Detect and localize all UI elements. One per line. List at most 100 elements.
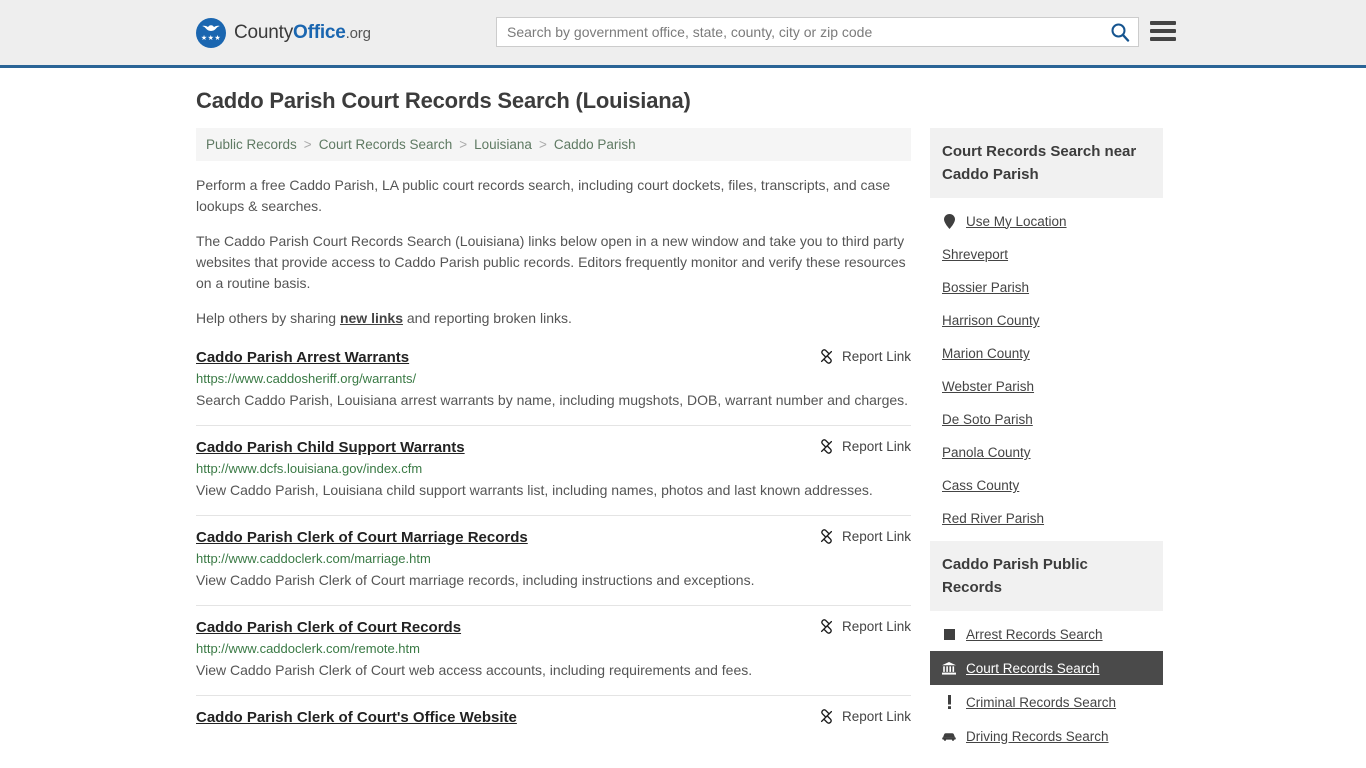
- result-item: Caddo Parish Clerk of Court Records Repo…: [196, 605, 911, 695]
- report-link-label: Report Link: [841, 619, 911, 634]
- result-header: Caddo Parish Clerk of Court's Office Web…: [196, 709, 911, 726]
- result-url: https://www.caddosheriff.org/warrants/: [196, 371, 417, 386]
- sidebar-item-marion-county[interactable]: Marion County: [930, 337, 1163, 370]
- sidebar-item-label: Bossier Parish: [942, 280, 1030, 295]
- breadcrumb: Public Records > Court Records Search > …: [196, 128, 911, 161]
- logo-stars: ★★★: [200, 34, 222, 42]
- sidebar-item-label: Harrison County: [942, 313, 1040, 328]
- result-title-link[interactable]: Caddo Parish Child Support Warrants: [196, 439, 465, 456]
- result-title-link[interactable]: Caddo Parish Clerk of Court Records: [196, 619, 461, 636]
- sidebar-item-de-soto-parish[interactable]: De Soto Parish: [930, 403, 1163, 436]
- map-pin-icon: [942, 213, 956, 229]
- result-url: http://www.caddoclerk.com/marriage.htm: [196, 551, 431, 566]
- site-header: ★★★ CountyOffice.org: [0, 0, 1366, 68]
- report-link-button[interactable]: Report Link: [807, 619, 911, 634]
- broken-link-icon: [820, 439, 832, 454]
- nearby-search-list: Use My Location Shreveport Bossier Paris…: [930, 198, 1163, 535]
- square-icon: [942, 626, 956, 642]
- results-list: Caddo Parish Arrest Warrants Report Link: [196, 343, 911, 738]
- sidebar-item-label: De Soto Parish: [942, 412, 1033, 427]
- intro-paragraph-2: The Caddo Parish Court Records Search (L…: [196, 233, 906, 291]
- sidebar-item-label: Cass County: [942, 478, 1020, 493]
- result-description: View Caddo Parish, Louisiana child suppo…: [196, 482, 873, 498]
- breadcrumb-item-court-records-search[interactable]: Court Records Search: [319, 137, 453, 152]
- car-icon: [942, 728, 956, 744]
- intro-paragraph-1: Perform a free Caddo Parish, LA public c…: [196, 177, 891, 214]
- sidebar-item-cass-county[interactable]: Cass County: [930, 469, 1163, 502]
- broken-link-icon: [820, 709, 832, 724]
- hamburger-menu-icon[interactable]: [1150, 19, 1176, 43]
- result-title-link[interactable]: Caddo Parish Clerk of Court Marriage Rec…: [196, 529, 528, 546]
- report-link-label: Report Link: [841, 529, 911, 544]
- intro-p3-after: and reporting broken links.: [403, 310, 572, 326]
- search-icon: [1111, 23, 1130, 42]
- hamburger-bar: [1150, 37, 1176, 41]
- report-link-button[interactable]: Report Link: [807, 439, 911, 454]
- sidebar-item-shreveport[interactable]: Shreveport: [930, 238, 1163, 271]
- result-item: Caddo Parish Child Support Warrants Repo…: [196, 425, 911, 515]
- result-item: Caddo Parish Arrest Warrants Report Link: [196, 343, 911, 425]
- broken-link-icon: [820, 619, 832, 634]
- sidebar: Court Records Search near Caddo Parish U…: [930, 128, 1163, 759]
- result-title-link[interactable]: Caddo Parish Arrest Warrants: [196, 349, 409, 366]
- report-link-button[interactable]: Report Link: [807, 709, 911, 724]
- sidebar-item-label: Shreveport: [942, 247, 1009, 262]
- intro-p3-before: Help others by sharing: [196, 310, 340, 326]
- sidebar-item-label: Criminal Records Search: [966, 694, 1117, 710]
- report-link-label: Report Link: [841, 349, 911, 364]
- site-logo[interactable]: ★★★ CountyOffice.org: [196, 17, 371, 48]
- nearby-search-box: Court Records Search near Caddo Parish U…: [930, 128, 1163, 535]
- sidebar-item-arrest-records-search[interactable]: Arrest Records Search: [930, 617, 1163, 651]
- sidebar-item-label: Panola County: [942, 445, 1031, 460]
- broken-link-icon: [820, 349, 832, 364]
- result-url: http://www.dcfs.louisiana.gov/index.cfm: [196, 461, 423, 476]
- sidebar-item-panola-county[interactable]: Panola County: [930, 436, 1163, 469]
- report-link-label: Report Link: [841, 709, 911, 724]
- public-records-box: Caddo Parish Public Records Arrest Recor…: [930, 541, 1163, 753]
- result-header: Caddo Parish Clerk of Court Records Repo…: [196, 619, 911, 636]
- eagle-seal-logo: ★★★: [196, 17, 226, 48]
- courthouse-icon: [942, 660, 956, 676]
- breadcrumb-separator: >: [459, 137, 468, 152]
- sidebar-item-criminal-records-search[interactable]: Criminal Records Search: [930, 685, 1163, 719]
- sidebar-item-bossier-parish[interactable]: Bossier Parish: [930, 271, 1163, 304]
- hamburger-bar: [1150, 21, 1176, 25]
- main-column: Public Records > Court Records Search > …: [196, 128, 911, 738]
- sidebar-item-label: Court Records Search: [966, 660, 1100, 676]
- exclamation-icon: [942, 694, 956, 710]
- breadcrumb-item-public-records[interactable]: Public Records: [206, 137, 297, 152]
- brand-part-office: Office: [293, 21, 346, 43]
- content-columns: Public Records > Court Records Search > …: [196, 128, 1170, 759]
- eagle-icon: [202, 24, 220, 31]
- search-button[interactable]: [1102, 18, 1138, 46]
- result-header: Caddo Parish Arrest Warrants Report Link: [196, 349, 911, 366]
- intro-text: Perform a free Caddo Parish, LA public c…: [196, 175, 911, 329]
- intro-paragraph-3: Help others by sharing new links and rep…: [196, 308, 911, 329]
- sidebar-item-use-my-location[interactable]: Use My Location: [930, 204, 1163, 238]
- nearby-search-heading: Court Records Search near Caddo Parish: [930, 128, 1163, 198]
- sidebar-item-red-river-parish[interactable]: Red River Parish: [930, 502, 1163, 535]
- brand-wordmark: CountyOffice.org: [234, 22, 371, 44]
- breadcrumb-item-louisiana[interactable]: Louisiana: [474, 137, 532, 152]
- search-bar[interactable]: [496, 17, 1139, 47]
- sidebar-item-harrison-county[interactable]: Harrison County: [930, 304, 1163, 337]
- sidebar-item-label: Marion County: [942, 346, 1030, 361]
- brand-part-tld: .org: [345, 24, 371, 42]
- sidebar-item-label: Driving Records Search: [966, 728, 1109, 744]
- sidebar-item-driving-records-search[interactable]: Driving Records Search: [930, 719, 1163, 753]
- result-header: Caddo Parish Child Support Warrants Repo…: [196, 439, 911, 456]
- page-body: Caddo Parish Court Records Search (Louis…: [0, 88, 1366, 759]
- broken-link-icon: [820, 529, 832, 544]
- breadcrumb-item-caddo-parish: Caddo Parish: [553, 137, 636, 152]
- new-links-link[interactable]: new links: [340, 310, 403, 326]
- result-title-link[interactable]: Caddo Parish Clerk of Court's Office Web…: [196, 709, 517, 726]
- sidebar-item-webster-parish[interactable]: Webster Parish: [930, 370, 1163, 403]
- search-input[interactable]: [497, 19, 1102, 45]
- sidebar-item-court-records-search[interactable]: Court Records Search: [930, 651, 1163, 685]
- report-link-button[interactable]: Report Link: [807, 349, 911, 364]
- brand-part-county: County: [234, 21, 294, 43]
- sidebar-item-label: Webster Parish: [942, 379, 1035, 394]
- report-link-button[interactable]: Report Link: [807, 529, 911, 544]
- sidebar-item-label: Use My Location: [966, 213, 1067, 229]
- sidebar-item-label: Red River Parish: [942, 511, 1045, 526]
